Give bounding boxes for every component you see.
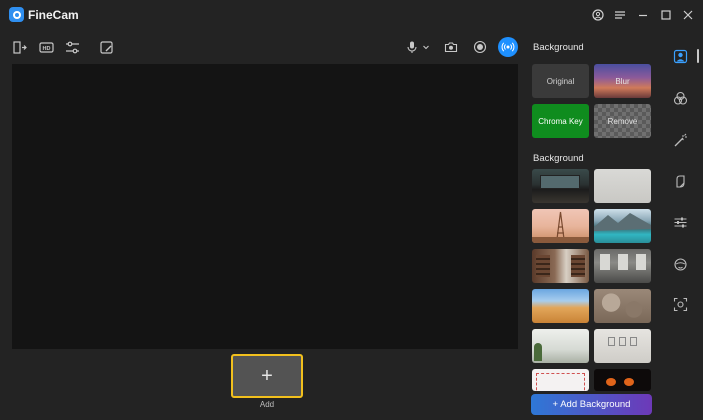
effect-blur-tile[interactable]: Blur [594, 64, 651, 98]
broadcast-icon[interactable] [498, 37, 518, 57]
background-thumb-desert-dunes[interactable] [532, 289, 589, 323]
minimize-icon[interactable] [636, 8, 650, 22]
add-plus-icon: + [261, 365, 273, 387]
add-background-label: + Add Background [552, 399, 631, 410]
hd-icon[interactable]: HD [38, 39, 54, 55]
app-logo-icon [9, 7, 24, 22]
effect-chroma-key-tile[interactable]: Chroma Key [532, 104, 589, 138]
background-thumb-bright-room[interactable] [532, 329, 589, 363]
scan-icon[interactable] [672, 296, 688, 312]
account-icon[interactable] [591, 8, 605, 22]
effects-section-title: Background [533, 42, 584, 53]
chevron-down-icon[interactable] [421, 39, 431, 55]
adjust-icon[interactable] [64, 39, 80, 55]
close-icon[interactable] [681, 8, 695, 22]
magic-wand-icon[interactable] [672, 132, 688, 148]
background-thumb-rocky-ground[interactable] [594, 289, 651, 323]
background-thumb-library-room[interactable] [532, 249, 589, 283]
title-bar: FineCam [0, 0, 703, 30]
sticker-icon[interactable] [672, 173, 688, 189]
camera-icon[interactable] [443, 39, 459, 55]
sidebar-active-indicator [697, 49, 699, 63]
filter-icon[interactable] [672, 90, 688, 106]
background-thumb-mountain-lake[interactable] [594, 209, 651, 243]
effect-original-tile[interactable]: Original [532, 64, 589, 98]
add-scene-button[interactable]: + [231, 354, 303, 398]
effect-original-label: Original [546, 76, 575, 86]
record-icon[interactable] [472, 39, 488, 55]
effect-remove-tile[interactable]: Remove [594, 104, 651, 138]
background-thumb-white-frame[interactable] [532, 369, 589, 391]
app-window: FineCam HD + Add Background Original Blu… [0, 0, 703, 420]
background-thumb-dark-office[interactable] [532, 169, 589, 203]
camera-preview [12, 64, 518, 349]
svg-text:HD: HD [42, 46, 50, 52]
effect-remove-label: Remove [607, 116, 638, 126]
microphone-icon[interactable] [404, 39, 420, 55]
background-thumb-grey-office[interactable] [594, 249, 651, 283]
background-thumb-eiffel-tower[interactable] [532, 209, 589, 243]
add-background-button[interactable]: + Add Background [531, 394, 652, 415]
background-thumb-white-wall[interactable] [594, 169, 651, 203]
effect-chroma-key-label: Chroma Key [538, 116, 583, 126]
edit-icon[interactable] [98, 39, 114, 55]
effect-blur-label: Blur [615, 76, 630, 86]
sliders-icon[interactable] [672, 214, 688, 230]
add-label: Add [259, 400, 275, 409]
app-title: FineCam [28, 8, 79, 22]
background-thumb-white-gallery[interactable] [594, 329, 651, 363]
background-thumb-pumpkins[interactable] [594, 369, 651, 391]
backgrounds-section-title: Background [533, 153, 584, 164]
face-icon[interactable] [672, 256, 688, 272]
maximize-icon[interactable] [659, 8, 673, 22]
exit-icon[interactable] [11, 39, 27, 55]
menu-icon[interactable] [613, 8, 627, 22]
portrait-icon[interactable] [672, 48, 688, 64]
